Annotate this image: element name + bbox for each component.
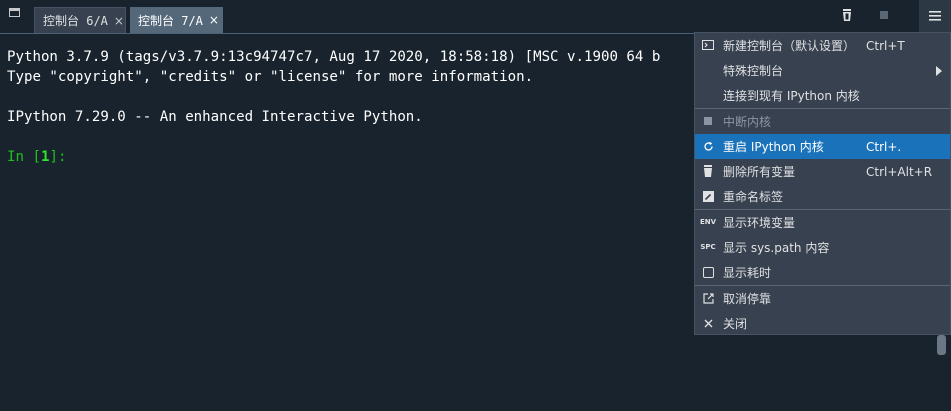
menu-item-remove-vars[interactable]: 删除所有变量 Ctrl+Alt+R (695, 159, 950, 184)
options-menu-button[interactable] (919, 0, 951, 32)
trash-icon[interactable] (840, 8, 854, 22)
checkbox-icon (702, 266, 714, 278)
console-line: IPython 7.29.0 -- An enhanced Interactiv… (7, 109, 423, 125)
menu-item-show-syspath[interactable]: SPC 显示 sys.path 内容 (695, 235, 950, 260)
tab-label: 控制台 6/A (43, 14, 108, 28)
stop-icon (702, 115, 714, 127)
tab-label: 控制台 7/A (138, 13, 203, 28)
console-line: Python 3.7.9 (tags/v3.7.9:13c94747c7, Au… (7, 49, 661, 65)
close-icon (702, 317, 714, 329)
menu-item-close[interactable]: 关闭 (695, 311, 950, 336)
tab-bar: 控制台 6/A × 控制台 7/A × (0, 0, 951, 33)
tab-console-6a[interactable]: 控制台 6/A × (34, 7, 126, 33)
menu-item-interrupt-kernel: 中断内核 (695, 109, 950, 134)
options-menu: 新建控制台（默认设置） Ctrl+T 特殊控制台 连接到现有 IPython 内… (694, 32, 951, 335)
menu-item-show-time[interactable]: 显示耗时 (695, 260, 950, 285)
menu-item-special-console[interactable]: 特殊控制台 (695, 58, 950, 83)
menu-item-undock[interactable]: 取消停靠 (695, 286, 950, 311)
terminal-icon (702, 39, 714, 51)
undock-icon (702, 292, 714, 304)
menu-item-new-console[interactable]: 新建控制台（默认设置） Ctrl+T (695, 33, 950, 58)
menu-item-rename-tab[interactable]: 重命名标签 (695, 184, 950, 209)
env-icon: ENV (699, 218, 717, 226)
window-icon[interactable] (9, 8, 20, 17)
submenu-arrow-icon (936, 66, 942, 76)
close-icon[interactable]: × (114, 14, 124, 28)
menu-item-restart-kernel[interactable]: 重启 IPython 内核 Ctrl+. (695, 134, 950, 159)
tab-console-7a[interactable]: 控制台 7/A × (130, 7, 223, 33)
input-prompt: In [1]: (7, 149, 67, 165)
restart-icon (702, 140, 714, 152)
hamburger-menu-icon (929, 11, 941, 21)
console-output[interactable]: Python 3.7.9 (tags/v3.7.9:13c94747c7, Au… (7, 47, 660, 167)
close-icon[interactable]: × (209, 13, 219, 27)
scrollbar-thumb[interactable] (937, 335, 946, 355)
syspath-icon: SPC (700, 243, 716, 251)
menu-item-connect-kernel[interactable]: 连接到现有 IPython 内核 (695, 83, 950, 108)
menu-item-show-env[interactable]: ENV 显示环境变量 (695, 210, 950, 235)
console-line: Type "copyright", "credits" or "license"… (7, 69, 534, 85)
stop-icon[interactable] (880, 11, 888, 19)
rename-icon (702, 190, 714, 202)
trash-icon (702, 165, 714, 177)
